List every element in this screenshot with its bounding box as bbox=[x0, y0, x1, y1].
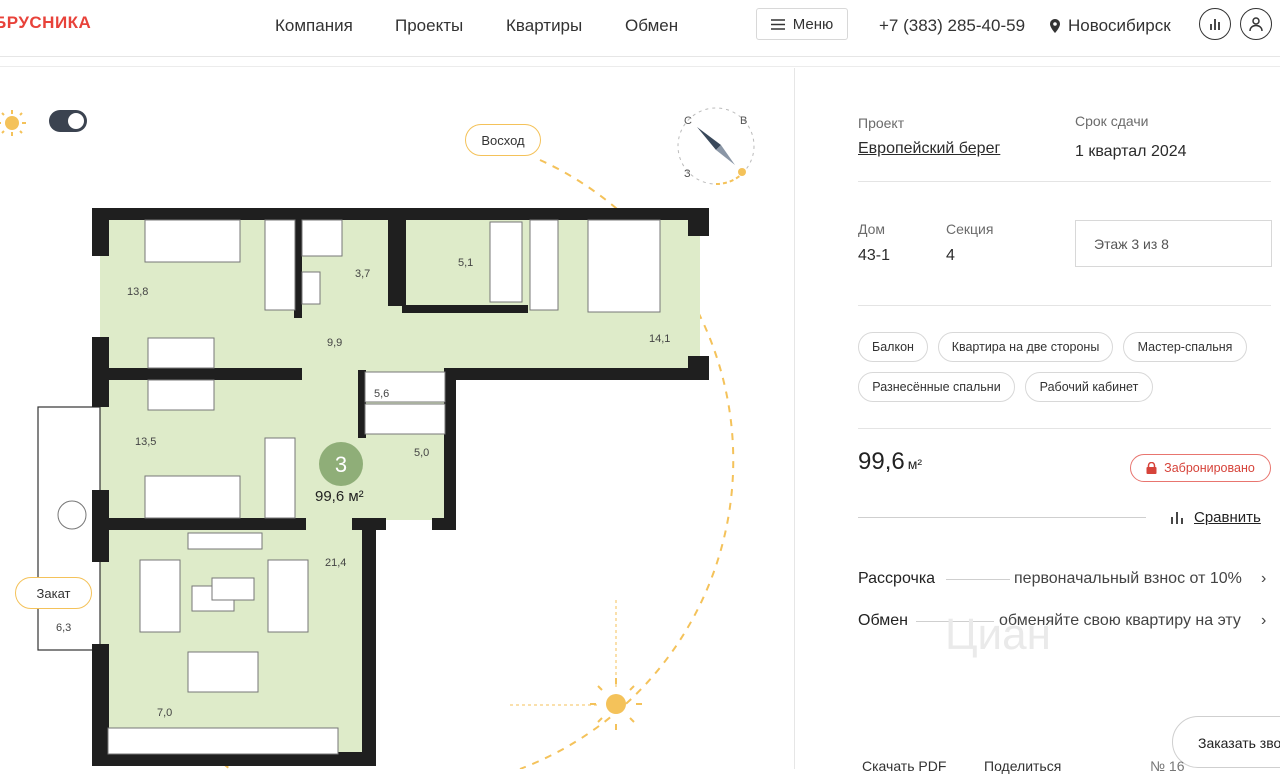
feature-tag[interactable]: Балкон bbox=[858, 332, 928, 362]
room-area: 6,3 bbox=[56, 622, 71, 634]
city-selector[interactable]: Новосибирск bbox=[1050, 16, 1171, 36]
plan-total-area: 99,6 м² bbox=[315, 488, 364, 505]
flat-number: № 16 bbox=[1150, 758, 1185, 774]
chevron-right-icon[interactable]: › bbox=[1261, 612, 1266, 630]
room-area: 9,9 bbox=[327, 337, 342, 349]
location-pin-icon bbox=[1050, 19, 1060, 33]
section-label: Секция bbox=[946, 221, 994, 237]
room-area: 21,4 bbox=[325, 557, 346, 569]
room-area: 13,5 bbox=[135, 436, 156, 448]
brand-logo[interactable]: БРУСНИКА bbox=[0, 13, 91, 33]
house-label: Дом bbox=[858, 221, 886, 237]
apartment-area: 99,6 м² bbox=[858, 448, 922, 476]
nav-exchange[interactable]: Обмен bbox=[625, 16, 678, 36]
bar-chart-icon bbox=[1210, 19, 1220, 30]
project-label: Проект bbox=[858, 115, 905, 131]
compass-west: З bbox=[684, 168, 691, 180]
floor-plan[interactable]: С В З 13,8 3,7 5,1 14,1 9,9 5,6 5,0 13,5… bbox=[0, 68, 790, 769]
panel-divider bbox=[794, 68, 795, 769]
divider bbox=[858, 428, 1271, 429]
room-area: 5,0 bbox=[414, 447, 429, 459]
room-area: 14,1 bbox=[649, 333, 670, 345]
nav-company[interactable]: Компания bbox=[275, 16, 353, 36]
rooms-count: 3 bbox=[335, 452, 347, 477]
room-area: 5,1 bbox=[458, 257, 473, 269]
divider bbox=[858, 305, 1271, 306]
nav-projects[interactable]: Проекты bbox=[395, 16, 463, 36]
phone-link[interactable]: +7 (383) 285-40-59 bbox=[879, 16, 1025, 36]
watermark-logo: Циан bbox=[945, 610, 1051, 659]
share-link[interactable]: Поделиться bbox=[984, 758, 1061, 774]
installment-value[interactable]: первоначальный взнос от 10% bbox=[1014, 570, 1242, 588]
compare-label: Сравнить bbox=[1194, 509, 1261, 526]
feature-tag[interactable]: Разнесённые спальни bbox=[858, 372, 1015, 402]
section-value: 4 bbox=[946, 247, 955, 264]
feature-tag[interactable]: Мастер-спальня bbox=[1123, 332, 1247, 362]
lock-icon bbox=[1146, 462, 1157, 474]
nav-apartments[interactable]: Квартиры bbox=[506, 16, 582, 36]
exchange-label[interactable]: Обмен bbox=[858, 612, 908, 630]
chevron-right-icon[interactable]: › bbox=[1261, 570, 1266, 588]
area-unit: м² bbox=[907, 456, 923, 472]
sunset-label: Закат bbox=[15, 577, 92, 609]
house-value: 43-1 bbox=[858, 247, 891, 264]
floor-plan-area: С В З 13,8 3,7 5,1 14,1 9,9 5,6 5,0 13,5… bbox=[0, 68, 790, 769]
project-link[interactable]: Европейский берег bbox=[858, 140, 1000, 158]
menu-label: Меню bbox=[792, 15, 834, 33]
compass-north: С bbox=[684, 115, 692, 127]
status-label: Забронировано bbox=[1164, 461, 1255, 475]
room-area: 5,6 bbox=[374, 388, 389, 400]
divider bbox=[0, 66, 1280, 67]
divider bbox=[946, 579, 1010, 580]
floor-selector[interactable]: Этаж 3 из 8 bbox=[1075, 220, 1272, 267]
installment-label[interactable]: Рассрочка bbox=[858, 570, 935, 588]
deadline-label: Срок сдачи bbox=[1075, 113, 1149, 129]
city-label: Новосибирск bbox=[1068, 16, 1171, 35]
status-badge: Забронировано bbox=[1130, 454, 1271, 482]
order-call-button[interactable]: Заказать звонок bbox=[1172, 716, 1280, 768]
user-icon bbox=[1249, 17, 1263, 32]
divider bbox=[858, 517, 1146, 518]
area-value: 99,6 bbox=[858, 448, 905, 475]
download-pdf-link[interactable]: Скачать PDF bbox=[862, 758, 946, 774]
hamburger-icon bbox=[770, 18, 785, 30]
room-area: 13,8 bbox=[127, 286, 148, 298]
sunrise-label: Восход bbox=[465, 124, 541, 156]
deadline-value: 1 квартал 2024 bbox=[1075, 143, 1187, 160]
site-header: БРУСНИКА Компания Проекты Квартиры Обмен… bbox=[0, 0, 1280, 57]
profile-button[interactable] bbox=[1240, 8, 1272, 40]
compare-button[interactable]: Сравнить bbox=[1170, 509, 1261, 526]
divider bbox=[858, 181, 1271, 182]
compass-east: В bbox=[740, 115, 747, 127]
room-area: 7,0 bbox=[157, 707, 172, 719]
feature-tag[interactable]: Рабочий кабинет bbox=[1025, 372, 1153, 402]
compare-header-button[interactable] bbox=[1199, 8, 1231, 40]
menu-button[interactable]: Меню bbox=[756, 8, 848, 40]
bar-chart-icon bbox=[1171, 511, 1183, 524]
room-area: 3,7 bbox=[355, 268, 370, 280]
feature-tag[interactable]: Квартира на две стороны bbox=[938, 332, 1113, 362]
